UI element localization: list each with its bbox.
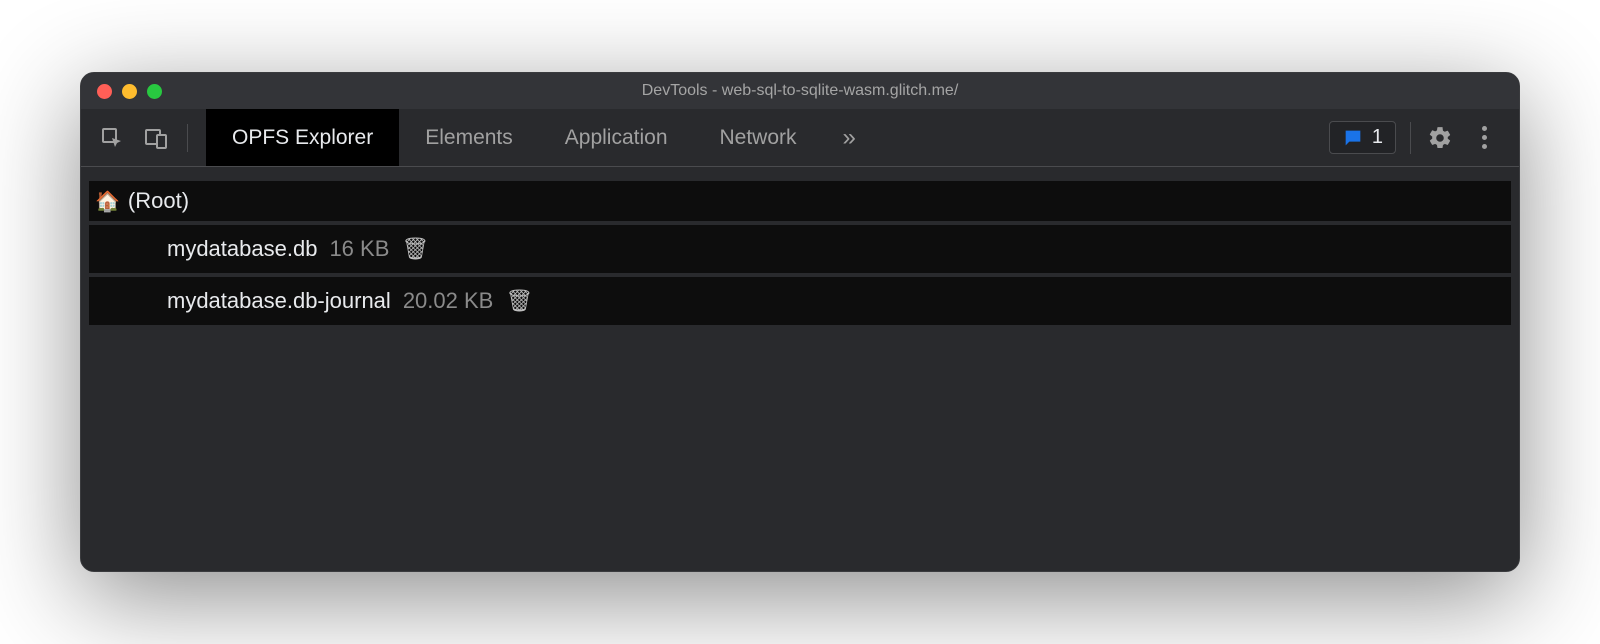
tab-opfs-explorer[interactable]: OPFS Explorer — [206, 109, 399, 166]
file-name: mydatabase.db — [167, 236, 317, 262]
traffic-lights — [81, 84, 162, 99]
more-tabs-button[interactable]: » — [823, 109, 876, 166]
file-row[interactable]: mydatabase.db-journal 20.02 KB 🗑 — [89, 277, 1511, 325]
kebab-icon — [1482, 135, 1487, 140]
gear-icon — [1427, 125, 1453, 151]
panel-tabs: OPFS Explorer Elements Application Netwo… — [206, 109, 876, 166]
file-size: 20.02 KB — [403, 288, 494, 314]
tab-label: OPFS Explorer — [232, 126, 373, 150]
issues-button[interactable]: 1 — [1329, 121, 1396, 154]
inspect-element-icon[interactable] — [99, 125, 125, 151]
window-minimize-button[interactable] — [122, 84, 137, 99]
tree-root-row[interactable]: 🏠 (Root) — [89, 181, 1511, 221]
trash-icon[interactable]: 🗑 — [401, 236, 429, 262]
tab-elements[interactable]: Elements — [399, 109, 539, 166]
file-row[interactable]: mydatabase.db 16 KB 🗑 — [89, 225, 1511, 273]
root-label: (Root) — [128, 188, 189, 214]
kebab-icon — [1482, 144, 1487, 149]
window-close-button[interactable] — [97, 84, 112, 99]
tab-label: Application — [565, 126, 668, 150]
titlebar: DevTools - web-sql-to-sqlite-wasm.glitch… — [81, 73, 1519, 109]
device-toolbar-icon[interactable] — [143, 125, 169, 151]
tab-label: Network — [720, 126, 797, 150]
window-title: DevTools - web-sql-to-sqlite-wasm.glitch… — [642, 82, 959, 100]
home-icon: 🏠 — [95, 189, 120, 214]
toolbar: OPFS Explorer Elements Application Netwo… — [81, 109, 1519, 167]
kebab-icon — [1482, 126, 1487, 131]
file-size: 16 KB — [329, 236, 389, 262]
toolbar-divider — [187, 124, 188, 152]
settings-button[interactable] — [1425, 125, 1455, 151]
devtools-window: DevTools - web-sql-to-sqlite-wasm.glitch… — [80, 72, 1520, 572]
issues-count: 1 — [1372, 126, 1383, 149]
opfs-panel: 🏠 (Root) mydatabase.db 16 KB 🗑 mydatabas… — [81, 167, 1519, 571]
toolbar-right: 1 — [1329, 109, 1519, 166]
file-name: mydatabase.db-journal — [167, 288, 391, 314]
window-maximize-button[interactable] — [147, 84, 162, 99]
tab-application[interactable]: Application — [539, 109, 694, 166]
tab-label: Elements — [425, 126, 513, 150]
toolbar-left — [81, 109, 206, 166]
tab-network[interactable]: Network — [694, 109, 823, 166]
more-options-button[interactable] — [1469, 126, 1499, 149]
trash-icon[interactable]: 🗑 — [505, 288, 533, 314]
chevron-double-right-icon: » — [843, 124, 856, 152]
toolbar-divider — [1410, 122, 1411, 154]
issues-icon — [1342, 127, 1364, 149]
